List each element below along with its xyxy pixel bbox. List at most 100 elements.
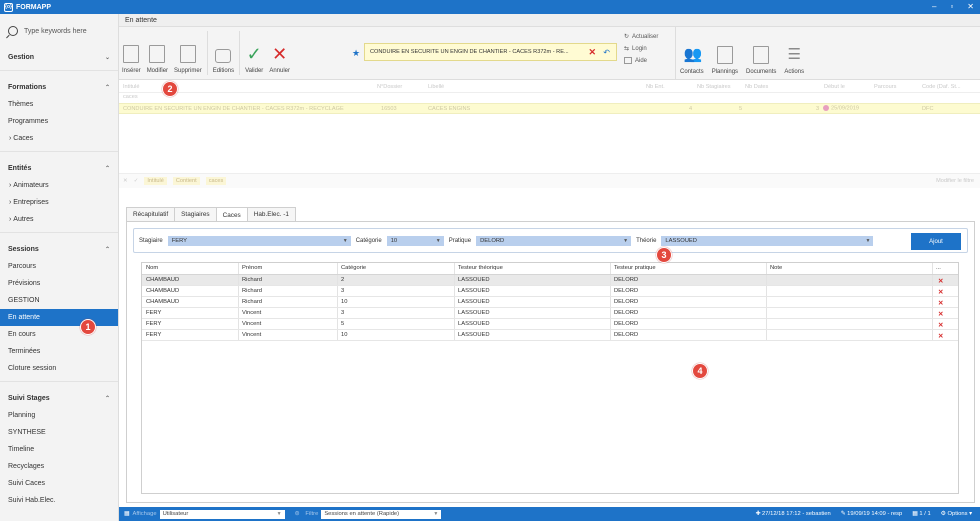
sidebar-item-timeline[interactable]: Timeline [0, 441, 118, 458]
minimize-icon[interactable]: – [932, 2, 936, 11]
sidebar-item-caces[interactable]: › Caces [0, 130, 118, 147]
col-dossier[interactable]: N°Dossier [377, 84, 402, 90]
section-gestion[interactable]: Gestion ⌄ [0, 48, 118, 66]
col-note[interactable]: Note [770, 265, 782, 271]
sidebar-item-animateurs[interactable]: › Animateurs [0, 177, 118, 194]
col-intitule[interactable]: Intitulé [123, 84, 139, 90]
actions-button[interactable]: ☰ Actions [784, 27, 804, 80]
close-icon[interactable]: ✕ [967, 2, 974, 11]
cell-count: 3 [816, 105, 820, 112]
tab-caces[interactable]: Caces [215, 207, 248, 222]
chevron-down-icon: ▼ [435, 237, 441, 244]
section-formations[interactable]: Formations ⌃ [0, 78, 118, 96]
table-row[interactable]: FERY Vincent 3 LASSOUED DELORD ✕ [142, 308, 958, 319]
validate-button[interactable]: ✓ Valider [245, 27, 263, 79]
cell-testeur-pratique: DELORD [614, 321, 639, 327]
col-nb-dates[interactable]: Nb Dates [745, 84, 768, 90]
col-code[interactable]: Code (Daf. St... [922, 84, 961, 90]
insert-button[interactable]: Insérer [122, 27, 141, 79]
contacts-button[interactable]: 👥 Contacts [680, 27, 704, 80]
editions-button[interactable]: Editions [213, 27, 234, 79]
col-parcours[interactable]: Parcours [874, 84, 896, 90]
col-libelle[interactable]: Libellé [428, 84, 444, 90]
col-categorie[interactable]: Catégorie [341, 265, 366, 271]
sidebar-item-autres[interactable]: › Autres [0, 211, 118, 228]
documents-button[interactable]: Documents [746, 27, 776, 80]
delete-row-icon[interactable]: ✕ [938, 299, 943, 307]
filtre-select[interactable]: Sessions en attente (Rapide) ▼ [321, 509, 442, 519]
modify-button[interactable]: Modifier [147, 27, 168, 79]
sidebar-item-synthese[interactable]: SYNTHESE [0, 424, 118, 441]
sidebar-item-recyclages[interactable]: Recyclages [0, 458, 118, 475]
delete-row-icon[interactable]: ✕ [938, 332, 943, 340]
table-row[interactable]: FERY Vincent 5 LASSOUED DELORD ✕ [142, 319, 958, 330]
sidebar-item-entreprises[interactable]: › Entreprises [0, 194, 118, 211]
theorie-select[interactable]: LASSOUED ▼ [661, 235, 874, 246]
col-prenom[interactable]: Prénom [242, 265, 262, 271]
sidebar-item-gestion[interactable]: GESTION [0, 292, 118, 309]
sidebar-item-en-cours[interactable]: En cours [0, 326, 118, 343]
created-info: ✚ 27/12/18 17:12 - sebastien [756, 511, 831, 517]
modify-filter-link[interactable]: Modifier le filtre [936, 178, 974, 184]
tab-stagiaires[interactable]: Stagiaires [174, 207, 217, 221]
enable-filter-icon[interactable]: ✓ [134, 178, 139, 184]
grid-filter-row[interactable]: caces [119, 93, 980, 103]
delete-row-icon[interactable]: ✕ [938, 321, 943, 329]
current-record-box[interactable]: CONDUIRE EN SECURITE UN ENGIN DE CHANTIE… [364, 43, 617, 61]
close-filter-icon[interactable]: ✕ [123, 178, 128, 184]
add-button[interactable]: Ajout [911, 233, 961, 250]
table-row[interactable]: CHAMBAUD Richard 3 LASSOUED DELORD ✕ [142, 286, 958, 297]
tab-recapitulatif[interactable]: Récapitulatif [126, 207, 176, 221]
sidebar-item-previsions[interactable]: Prévisions [0, 275, 118, 292]
undo-icon[interactable]: ↶ [603, 48, 610, 57]
table-row[interactable]: CHAMBAUD Richard 10 LASSOUED DELORD ✕ [142, 297, 958, 308]
pratique-select[interactable]: DELORD ▼ [476, 235, 632, 246]
sidebar-item-programmes[interactable]: Programmes [0, 113, 118, 130]
clear-icon[interactable]: ✕ [588, 47, 596, 58]
delete-row-icon[interactable]: ✕ [938, 310, 943, 318]
cancel-button[interactable]: ✕ Annuler [269, 27, 290, 79]
col-nb-stagiaires[interactable]: Nb Stagiaires [697, 84, 731, 90]
table-row[interactable]: CONDUIRE EN SECURITE UN ENGIN DE CHANTIE… [119, 103, 980, 114]
affichage-select[interactable]: Utilisateur ▼ [159, 509, 285, 519]
sidebar-item-suivi-caces[interactable]: Suivi Caces [0, 475, 118, 492]
delete-row-icon[interactable]: ✕ [938, 277, 943, 285]
chevron-down-icon: ▼ [433, 511, 439, 517]
col-nb-ent[interactable]: Nb Ent. [646, 84, 665, 90]
sidebar-item-planning[interactable]: Planning [0, 407, 118, 424]
search-input[interactable]: Type keywords here [24, 28, 87, 35]
filter-value[interactable]: caces [123, 94, 138, 100]
col-nom[interactable]: Nom [146, 265, 158, 271]
refresh-button[interactable]: ↻ Actualiser [624, 33, 658, 41]
sidebar-item-terminees[interactable]: Terminées [0, 343, 118, 360]
table-row[interactable]: CHAMBAUD Richard 2 LASSOUED DELORD ✕ [142, 275, 958, 286]
plannings-button[interactable]: Plannings [712, 27, 738, 80]
col-more[interactable]: ... [936, 265, 941, 271]
col-testeur-theorique[interactable]: Testeur théorique [458, 265, 503, 271]
maximize-icon[interactable]: ▫ [950, 2, 953, 11]
login-button[interactable]: ⇆ Login [624, 45, 658, 53]
chevron-down-icon: ▼ [276, 511, 282, 517]
sidebar-item-parcours[interactable]: Parcours [0, 258, 118, 275]
sidebar-item-en-attente[interactable]: En attente [0, 309, 118, 326]
button-label: Insérer [122, 68, 141, 74]
stagiaire-select[interactable]: FERY ▼ [167, 235, 351, 246]
section-suivi-stages[interactable]: Suivi Stages ⌃ [0, 389, 118, 407]
delete-row-icon[interactable]: ✕ [938, 288, 943, 296]
categorie-select[interactable]: 10 ▼ [386, 235, 444, 246]
sidebar-item-label: Prévisions [8, 280, 41, 287]
search-box[interactable]: Type keywords here [0, 14, 118, 48]
col-debut[interactable]: Début le [824, 84, 845, 90]
options-button[interactable]: ⚙ Options ▾ [941, 511, 972, 517]
section-entites[interactable]: Entités ⌃ [0, 159, 118, 177]
delete-button[interactable]: Supprimer [174, 27, 202, 79]
col-testeur-pratique[interactable]: Testeur pratique [614, 265, 656, 271]
favorite-star-icon[interactable]: ★ [352, 48, 360, 59]
sidebar-item-cloture-session[interactable]: Cloture session [0, 360, 118, 377]
tab-hab-elec[interactable]: Hab.Elec. -1 [246, 207, 296, 221]
sidebar-item-suivi-hab-elec[interactable]: Suivi Hab.Elec. [0, 492, 118, 509]
sidebar-item-themes[interactable]: Thèmes [0, 96, 118, 113]
help-button[interactable]: Aide [624, 57, 658, 64]
section-sessions[interactable]: Sessions ⌃ [0, 240, 118, 258]
table-row[interactable]: FERY Vincent 10 LASSOUED DELORD ✕ [142, 330, 958, 341]
